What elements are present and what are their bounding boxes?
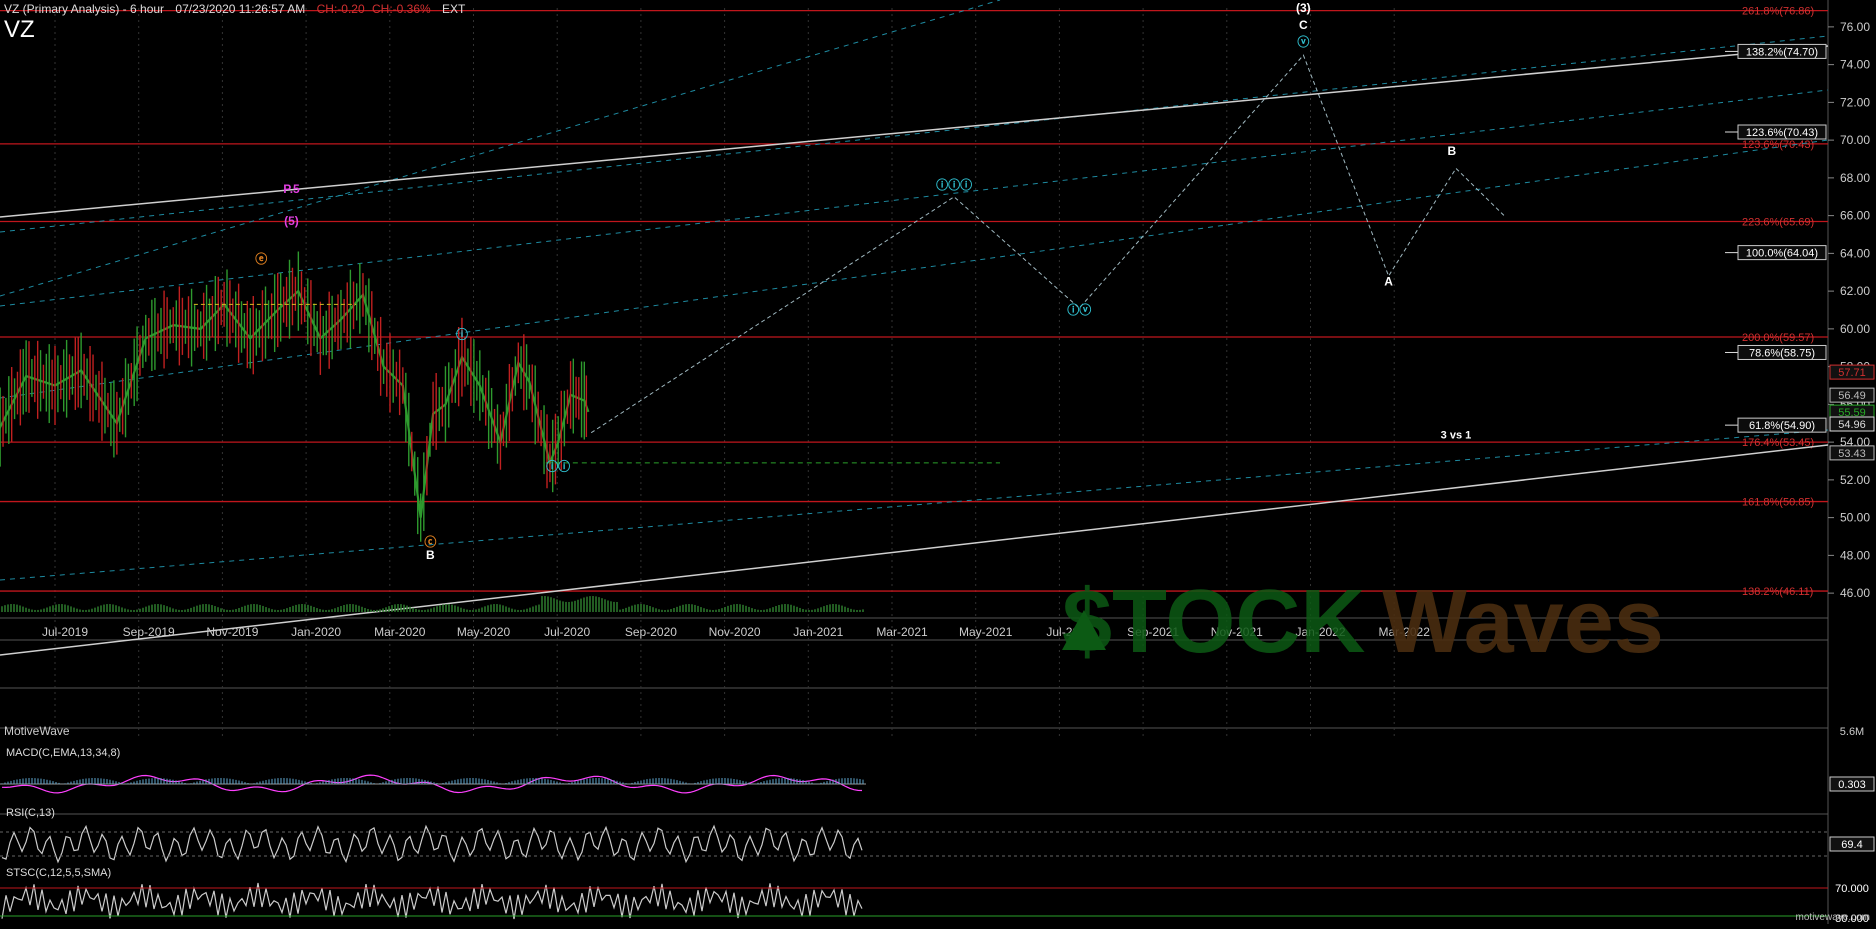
x-tick-label: May-2021	[959, 625, 1013, 639]
fib-level-label: 223.6%(65.69)	[1742, 216, 1814, 228]
upper-trend-line	[0, 45, 1829, 218]
channel-line	[0, 429, 1829, 581]
stockwaves-logo-stock: $TOCK	[1062, 572, 1365, 672]
x-tick-label: Jul-2019	[42, 625, 88, 639]
chart-datetime: 07/23/2020 11:26:57 AM	[175, 2, 306, 16]
stsc-level-label: 70.000	[1835, 883, 1869, 895]
x-tick-label: Jan-2020	[291, 625, 341, 639]
chart-header: VZ (Primary Analysis) - 6 hour 07/23/202…	[4, 2, 473, 16]
wave-label: P.5	[283, 182, 300, 196]
volume-label: 5.6M	[1840, 726, 1864, 738]
wave-label: ⓘⓥ	[1067, 302, 1091, 317]
stockwaves-logo-waves: Waves	[1382, 572, 1664, 672]
channel-line	[0, 0, 1001, 297]
x-tick-label: Nov-2019	[206, 625, 258, 639]
y-tick-label: 72.00	[1840, 95, 1870, 109]
price-tag-label: 57.71	[1838, 367, 1866, 379]
indicator-title: STSC(C,12,5,5,SMA)	[6, 867, 111, 879]
y-tick-label: 68.00	[1840, 171, 1870, 185]
y-tick-label: 74.00	[1840, 58, 1870, 72]
chart-stage: Jul-2019 Sep-2019 Nov-2019 Jan-2020 Mar-2020…	[0, 0, 1876, 925]
chart-title: VZ (Primary Analysis) - 6 hour	[4, 2, 165, 16]
watermark-url: motivewave.com	[1796, 912, 1870, 923]
wave-label: ⓒ	[424, 534, 436, 549]
y-tick-label: 52.00	[1840, 473, 1870, 487]
chart-change-pct: CH:-0.36%	[372, 2, 431, 16]
y-tick-label: 60.00	[1840, 322, 1870, 336]
wave-label: ⓘⓘ	[546, 458, 570, 473]
fib-box-label: 78.6%(58.75)	[1749, 347, 1815, 359]
x-tick-label: Jan-2021	[793, 625, 843, 639]
wave-label: ⓔ	[255, 251, 267, 266]
fib-box-label: 123.6%(70.43)	[1746, 127, 1818, 139]
price-tag-label: 56.49	[1838, 390, 1866, 402]
fib-box-label: 138.2%(74.70)	[1746, 46, 1818, 58]
y-tick-label: 66.00	[1840, 209, 1870, 223]
wave-label: B	[1447, 144, 1456, 158]
wave-label: A	[1384, 274, 1393, 288]
indicator-line	[1, 824, 863, 864]
indicator-title: RSI(C,13)	[6, 807, 55, 819]
x-tick-label: Nov-2020	[709, 625, 761, 639]
x-tick-label: Sep-2019	[123, 625, 175, 639]
y-tick-label: 48.00	[1840, 548, 1870, 562]
y-tick-label: 76.00	[1840, 20, 1870, 34]
y-tick-label: 62.00	[1840, 284, 1870, 298]
fib-level-label: 138.2%(46.11)	[1742, 586, 1813, 598]
x-tick-label: Mar-2021	[876, 625, 928, 639]
fib-level-label: 200.0%(59.57)	[1742, 332, 1814, 344]
channel-line	[0, 35, 1829, 233]
wave-label: 3 vs 1	[1441, 429, 1472, 441]
indicator-title: MACD(C,EMA,13,34,8)	[6, 747, 120, 759]
fib-box-label: 100.0%(64.04)	[1746, 248, 1818, 260]
wave-label: ⓥ	[1297, 34, 1309, 49]
price-tag-label: 54.96	[1838, 419, 1866, 431]
wave-label: B	[426, 548, 435, 562]
channel-line	[0, 139, 1829, 399]
chart-change: CH:-0.20	[316, 2, 365, 16]
x-tick-label: Jul-2020	[544, 625, 590, 639]
price-chart[interactable]: Jul-2019 Sep-2019 Nov-2019 Jan-2020 Mar-2020…	[0, 0, 1876, 925]
x-tick-label: Sep-2020	[625, 625, 677, 639]
channel-line	[0, 89, 1829, 307]
wave-label: C	[1299, 18, 1308, 32]
x-tick-label: May-2020	[457, 625, 511, 639]
projected-path	[590, 54, 1505, 434]
wave-label: ⓘ	[456, 326, 468, 341]
fib-box-label: 61.8%(54.90)	[1749, 420, 1815, 432]
fib-level-label: 161.8%(50.85)	[1742, 497, 1814, 509]
chart-symbol: VZ	[4, 16, 35, 43]
fib-level-label: 123.6%(70.43)	[1742, 139, 1814, 151]
y-tick-label: 70.00	[1840, 133, 1870, 147]
wave-label: ⓘⓘⓘ	[936, 177, 972, 192]
chart-ext: EXT	[442, 2, 466, 16]
y-tick-label: 64.00	[1840, 246, 1870, 260]
y-tick-label: 50.00	[1840, 511, 1870, 525]
wave-label: (3)	[1296, 1, 1311, 15]
price-tag-label: 53.43	[1838, 448, 1866, 460]
motivewave-brand: MotiveWave	[4, 724, 70, 738]
x-tick-label: Mar-2020	[374, 625, 426, 639]
fib-level-label: 261.8%(76.86)	[1742, 6, 1814, 18]
rsi-value: 69.4	[1841, 839, 1862, 851]
y-tick-label: 46.00	[1840, 586, 1870, 600]
wave-label: (5)	[284, 214, 299, 228]
price-line	[0, 289, 590, 518]
macd-value: 0.303	[1838, 779, 1866, 791]
